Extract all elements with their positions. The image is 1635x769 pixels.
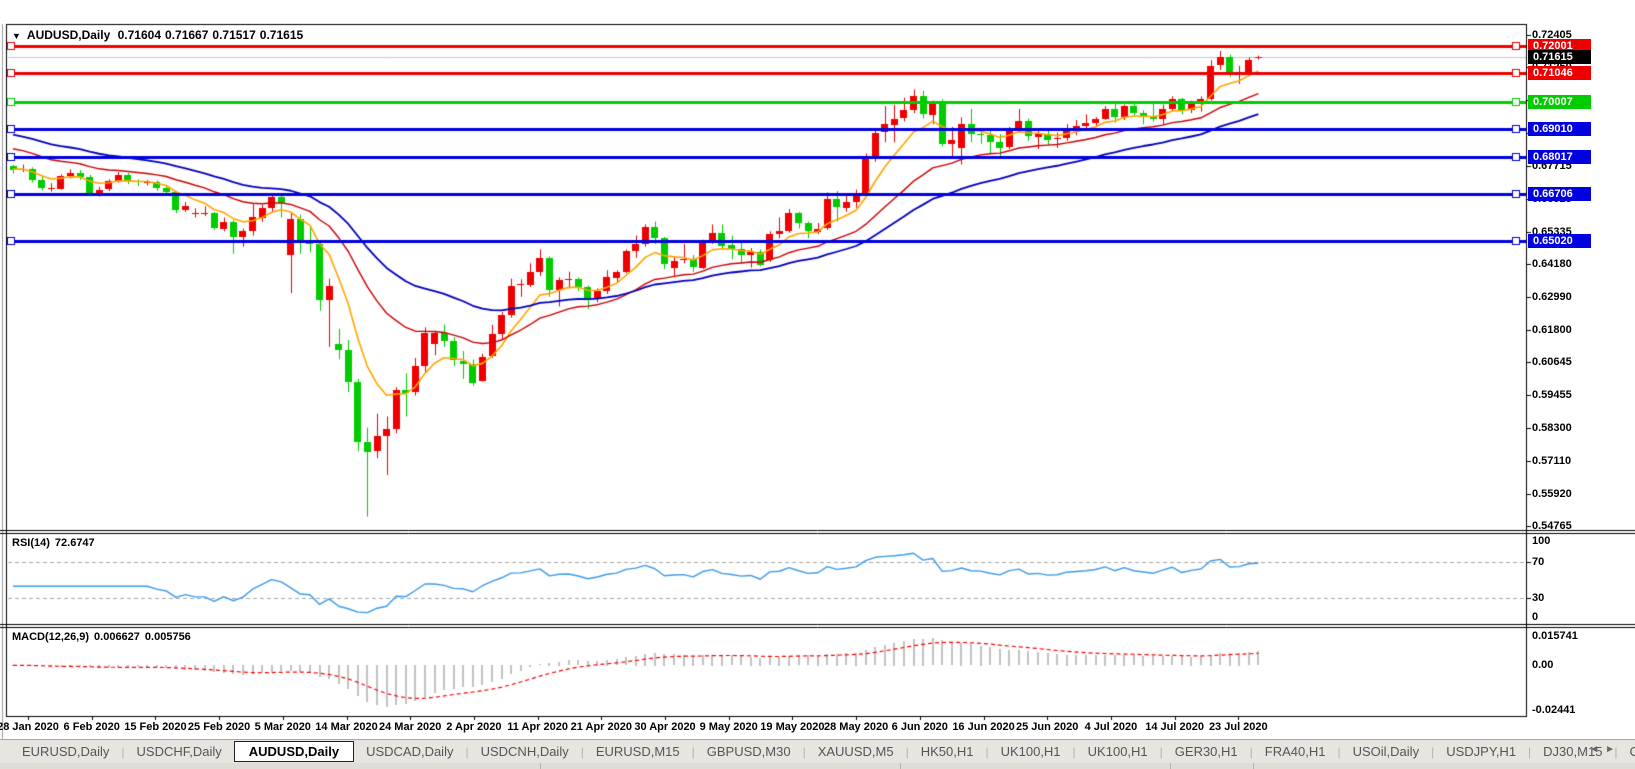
tab-uk100-h1[interactable]: UK100,H1 bbox=[1076, 741, 1160, 762]
current-price-label: 0.71615 bbox=[1528, 50, 1591, 64]
price-tick-label: 0.62990 bbox=[1532, 291, 1572, 304]
tab-eurusd-daily[interactable]: EURUSD,Daily bbox=[10, 741, 121, 762]
time-axis-label: 14 Mar 2020 bbox=[315, 721, 377, 733]
tab-xauusd-m5[interactable]: XAUUSD,M5 bbox=[806, 741, 906, 762]
strip-divider bbox=[900, 763, 901, 769]
macd-main-value: 0.006627 bbox=[94, 631, 140, 643]
tab-scroll-arrows: ◄► bbox=[1589, 744, 1621, 755]
strip-divider bbox=[1253, 763, 1254, 769]
rsi-axis-label: 70 bbox=[1532, 556, 1544, 569]
price-tick-label: 0.64180 bbox=[1532, 258, 1572, 271]
time-axis-label: 19 May 2020 bbox=[760, 721, 824, 733]
price-tick-label: 0.59455 bbox=[1532, 389, 1572, 402]
time-axis-label: 28 May 2020 bbox=[824, 721, 888, 733]
time-axis-label: 23 Jul 2020 bbox=[1209, 721, 1268, 733]
time-axis-label: 9 May 2020 bbox=[700, 721, 758, 733]
rsi-value: 72.6747 bbox=[55, 537, 95, 549]
macd-label: MACD(12,26,9) 0.006627 0.005756 bbox=[12, 631, 196, 643]
tab-usdchf-daily[interactable]: USDCHF,Daily bbox=[125, 741, 234, 762]
price-tick-label: 0.60645 bbox=[1532, 356, 1572, 369]
price-tick-label: 0.61800 bbox=[1532, 324, 1572, 337]
macd-axis-label: 0.015741 bbox=[1532, 630, 1578, 643]
rsi-name: RSI(14) bbox=[12, 537, 50, 549]
price-line-label[interactable]: 0.69010 bbox=[1528, 122, 1591, 136]
time-axis-label: 2 Apr 2020 bbox=[446, 721, 501, 733]
time-axis-label: 6 Jun 2020 bbox=[892, 721, 948, 733]
tab-usdcad-daily[interactable]: USDCAD,Daily bbox=[354, 741, 465, 762]
rsi-label: RSI(14) 72.6747 bbox=[12, 537, 100, 549]
time-axis-label: 25 Feb 2020 bbox=[188, 721, 250, 733]
time-axis-label: 25 Jun 2020 bbox=[1016, 721, 1078, 733]
tab-usdcnh-daily[interactable]: USDCNH,Daily bbox=[469, 741, 581, 762]
price-line-label[interactable]: 0.71046 bbox=[1528, 66, 1591, 80]
time-axis-label: 16 Jun 2020 bbox=[952, 721, 1014, 733]
macd-name: MACD(12,26,9) bbox=[12, 631, 89, 643]
price-tick-label: 0.57110 bbox=[1532, 455, 1571, 468]
chart-symbol-period: AUDUSD,Daily bbox=[27, 28, 110, 42]
time-axis-label: 4 Jul 2020 bbox=[1085, 721, 1138, 733]
time-axis-label: 30 Apr 2020 bbox=[634, 721, 695, 733]
strip-divider bbox=[1170, 763, 1171, 769]
price-line-label[interactable]: 0.66706 bbox=[1528, 187, 1591, 201]
strip-divider bbox=[540, 763, 541, 769]
time-axis-label: 5 Mar 2020 bbox=[255, 721, 311, 733]
price-line-label[interactable]: 0.65020 bbox=[1528, 234, 1591, 248]
chart-title: ▼ AUDUSD,Daily 0.71604 0.71667 0.71517 0.716… bbox=[12, 28, 307, 42]
tab-hk50-h1[interactable]: HK50,H1 bbox=[909, 741, 986, 762]
price-tick-label: 0.55920 bbox=[1532, 488, 1572, 501]
time-axis-label: 15 Feb 2020 bbox=[124, 721, 186, 733]
price-tick-label: 0.58300 bbox=[1532, 422, 1572, 435]
ohlc-close: 0.71615 bbox=[260, 28, 303, 42]
tab-fra40-h1[interactable]: FRA40,H1 bbox=[1253, 741, 1338, 762]
price-tick-label: 0.54765 bbox=[1532, 520, 1572, 533]
rsi-axis-label: 0 bbox=[1532, 611, 1538, 624]
ohlc-low: 0.71517 bbox=[212, 28, 255, 42]
tab-gbpusd-m30[interactable]: GBPUSD,M30 bbox=[695, 741, 803, 762]
bottom-strip bbox=[0, 763, 1635, 769]
ohlc-high: 0.71667 bbox=[165, 28, 208, 42]
time-axis-label: 14 Jul 2020 bbox=[1145, 721, 1204, 733]
rsi-axis-label: 30 bbox=[1532, 592, 1544, 605]
trading-platform-window: ▼ M1M5M15M30H1H4D1W1MN ▼AUDUSD,Daily 0.7… bbox=[0, 0, 1635, 769]
time-axis-label: 24 Mar 2020 bbox=[379, 721, 441, 733]
time-axis-label: 28 Jan 2020 bbox=[0, 721, 59, 733]
symbol-tab-bar: EURUSD,Daily|USDCHF,DailyAUDUSD,DailyUSD… bbox=[0, 739, 1635, 763]
price-line-label[interactable]: 0.70007 bbox=[1528, 95, 1591, 109]
macd-signal-value: 0.005756 bbox=[145, 631, 191, 643]
tab-usoil-daily[interactable]: USOil,Daily bbox=[1341, 741, 1431, 762]
time-axis-label: 21 Apr 2020 bbox=[571, 721, 632, 733]
price-line-label[interactable]: 0.68017 bbox=[1528, 150, 1591, 164]
tab-scroll-right-button[interactable]: ► bbox=[1605, 744, 1621, 755]
tab-audusd-daily[interactable]: AUDUSD,Daily bbox=[234, 741, 354, 762]
macd-axis-label: -0.02441 bbox=[1532, 704, 1575, 717]
time-axis-label: 11 Apr 2020 bbox=[507, 721, 568, 733]
collapse-chart-icon[interactable]: ▼ bbox=[12, 31, 21, 41]
tab-ger30-h1[interactable]: GER30,H1 bbox=[1163, 741, 1250, 762]
tab-usdjpy-h1[interactable]: USDJPY,H1 bbox=[1434, 741, 1528, 762]
time-axis-label: 6 Feb 2020 bbox=[64, 721, 120, 733]
tab-eurusd-m15[interactable]: EURUSD,M15 bbox=[584, 741, 692, 762]
macd-axis-label: 0.00 bbox=[1532, 659, 1553, 672]
rsi-axis-label: 100 bbox=[1532, 535, 1550, 548]
ohlc-open: 0.71604 bbox=[118, 28, 161, 42]
tab-scroll-left-button[interactable]: ◄ bbox=[1589, 744, 1605, 755]
chart-canvas[interactable] bbox=[0, 0, 1635, 769]
tab-uk100-h1[interactable]: UK100,H1 bbox=[989, 741, 1073, 762]
